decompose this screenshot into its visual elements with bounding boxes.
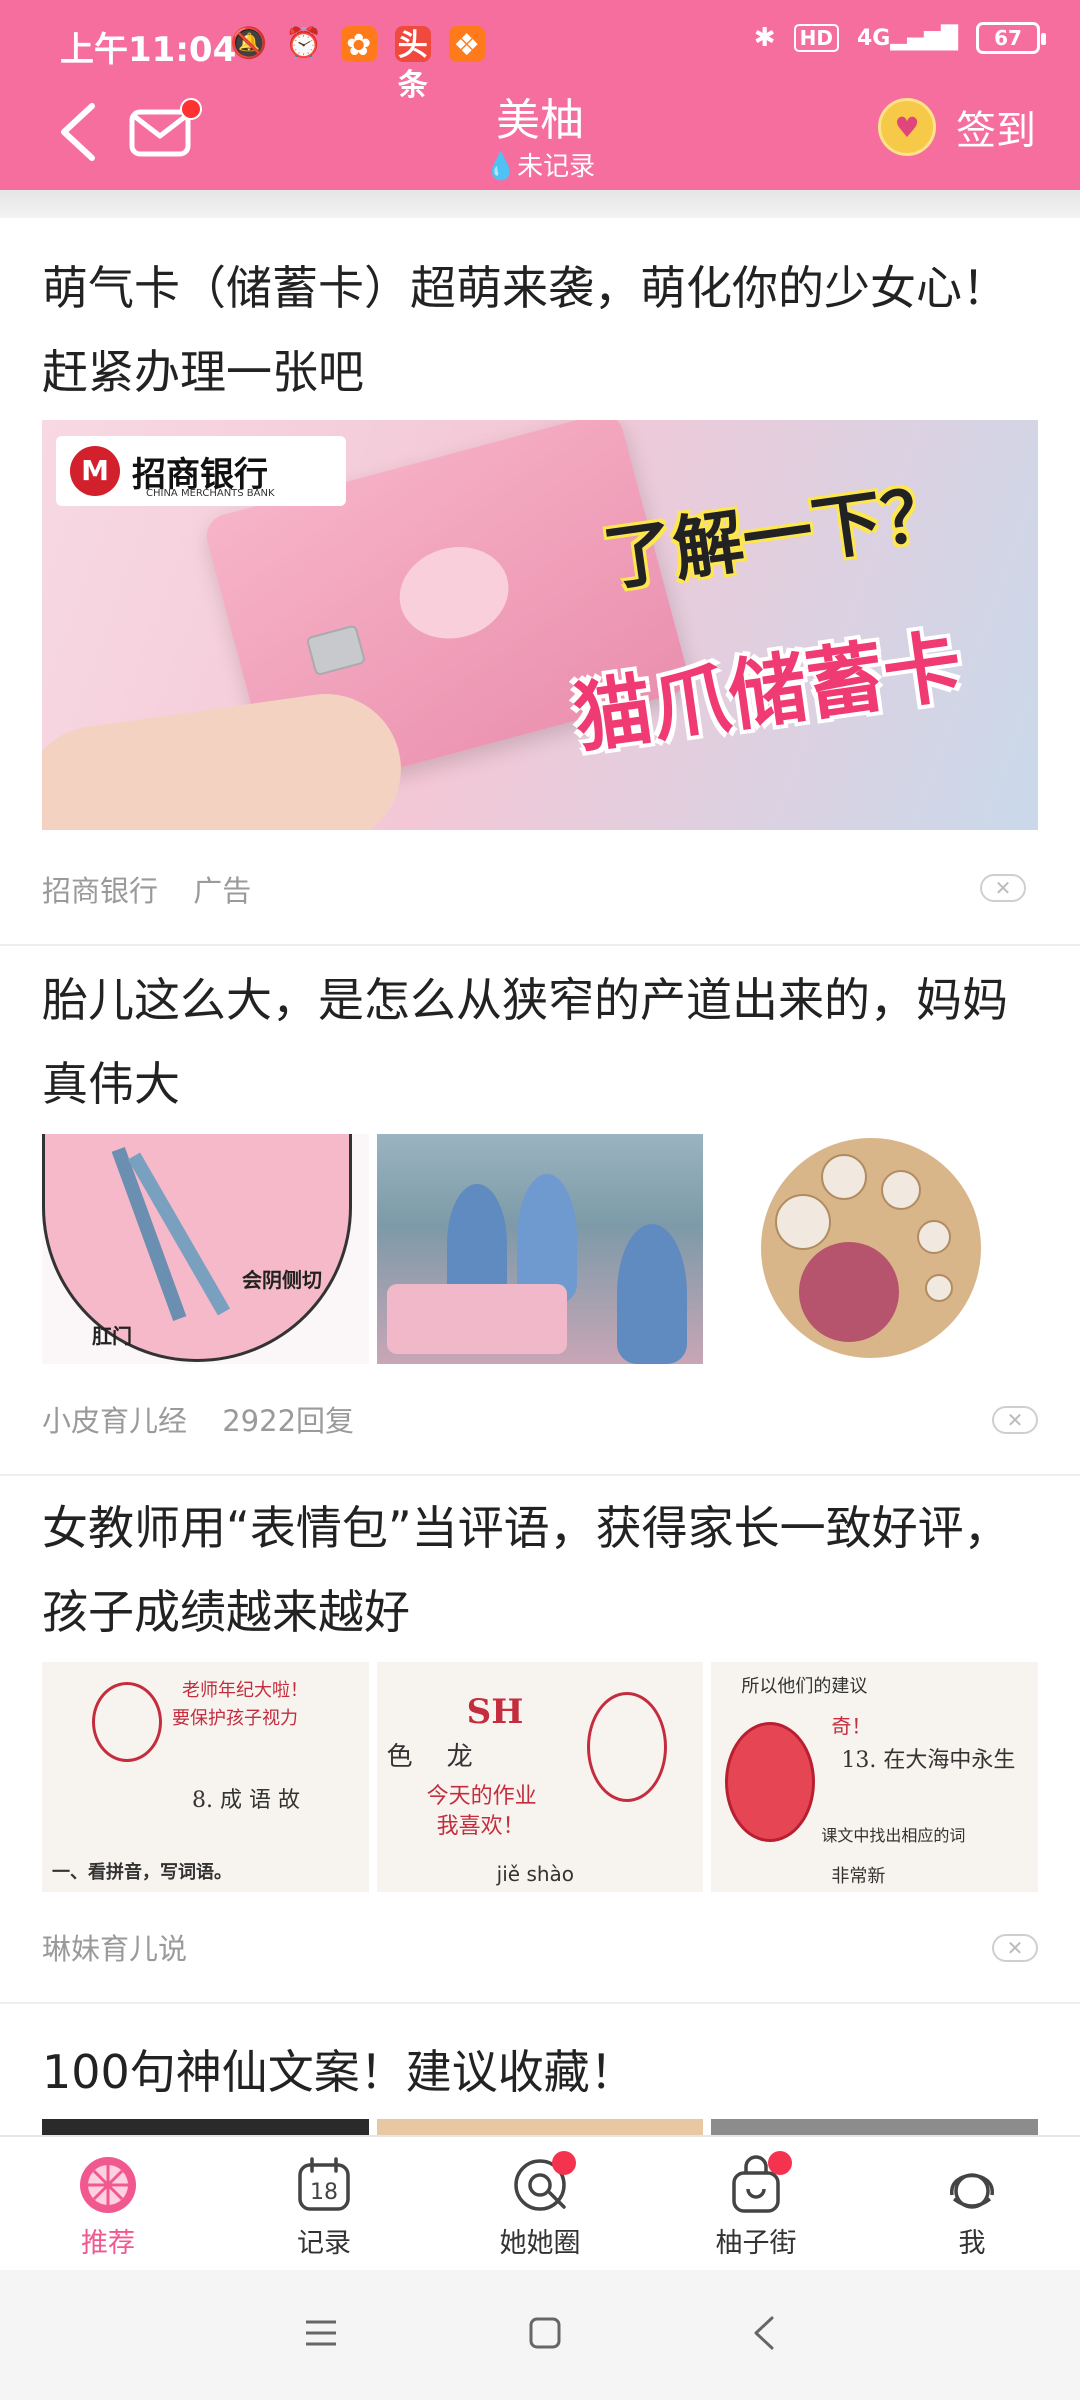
hd-badge: HD [793,24,839,52]
card-title[interactable]: 100句神仙文案！建议收藏！ [42,2030,1038,2114]
tab-recommend[interactable]: 推荐 [0,2137,216,2270]
hand-image [42,684,411,830]
home-icon[interactable] [528,2316,562,2354]
battery-icon: 67 [976,22,1046,54]
signal-icon: 4G▂▄▆█ [856,25,958,51]
app-icon-orange-2: ❖ [448,26,485,63]
checkin-label: 签到 [956,108,1036,154]
alarm-icon: ⏰ [285,26,323,61]
menu-icon[interactable] [304,2318,338,2352]
card-source: 小皮育儿经 [42,1404,188,1438]
card-meta: 招商银行 广告 [42,868,251,910]
card-image[interactable] [711,2119,1039,2135]
ad-tag: 广告 [193,874,252,908]
card-image[interactable] [711,1134,1039,1364]
card-image[interactable]: 色 龙 SH 今天的作业 我喜欢！ jiě shào [376,1662,704,1892]
card-meta: 小皮育儿经 2922回复 [42,1398,354,1440]
dismiss-button[interactable]: ✕ [992,1406,1038,1434]
notification-badge [552,2151,576,2175]
card-images-peek[interactable] [42,2119,1039,2135]
reply-count: 2922回复 [222,1404,355,1438]
card-image[interactable] [42,2119,369,2135]
profile-icon [942,2155,1002,2215]
card-source: 琳妹育儿说 [42,1932,188,1966]
tab-record[interactable]: 18 记录 [216,2137,432,2270]
ad-headline: 了解一下？ [598,470,957,601]
card-chip [305,624,367,677]
card-image[interactable] [376,1134,704,1364]
toutiao-icon: 头条 [394,26,431,103]
status-icons-right: ✱ HD 4G▂▄▆█ 67 [753,22,1046,54]
chat-circle-icon [510,2151,576,2215]
card-image[interactable] [376,2119,704,2135]
card-title[interactable]: 萌气卡（储蓄卡）超萌来袭，萌化你的少女心！赶紧办理一张吧 [42,246,1038,414]
calendar-icon: 18 [294,2155,354,2215]
tab-community[interactable]: 她她圈 [432,2137,648,2270]
card-title[interactable]: 女教师用“表情包”当评语，获得家长一致好评，孩子成绩越来越好 [42,1486,1038,1654]
bank-logo: M 招商银行 CHINA MERCHANTS BANK [56,436,346,506]
app-header: 上午11:04 🔕 ⏰ ✿ 头条 ❖ ✱ HD 4G▂▄▆█ 67 美柚 💧未记… [0,0,1080,190]
card-meta: 琳妹育儿说 [42,1926,187,1968]
cmb-logo-icon: M [70,446,120,496]
mute-icon: 🔕 [230,26,268,61]
bottom-tab-bar: 推荐 18 记录 她她圈 柚子街 我 [0,2135,1080,2270]
feed-card-ad[interactable]: 萌气卡（储蓄卡）超萌来袭，萌化你的少女心！赶紧办理一张吧 M 招商银行 CHIN… [0,218,1080,946]
ad-image[interactable]: M 招商银行 CHINA MERCHANTS BANK 了解一下？ 猫爪储蓄卡 [42,420,1038,830]
status-icons-left: 🔕 ⏰ ✿ 头条 ❖ [230,24,485,103]
status-time: 上午11:04 [60,30,237,70]
svg-text:18: 18 [310,2180,338,2205]
heart-coin-icon: ♥ [878,98,936,156]
app-icon-orange: ✿ [340,26,377,63]
dismiss-button[interactable]: ✕ [980,874,1026,902]
tab-shop[interactable]: 柚子街 [648,2137,864,2270]
card-image[interactable]: 所以他们的建议 奇！ 13. 在大海中永生 课文中找出相应的词 非常新 [711,1662,1039,1892]
header-divider [0,190,1080,218]
card-title[interactable]: 胎儿这么大，是怎么从狭窄的产道出来的，妈妈真伟大 [42,958,1038,1126]
tab-me[interactable]: 我 [864,2137,1080,2270]
card-image[interactable]: 老师年纪大啦！ 要保护孩子视力 8. 成 语 故 一、看拼音，写词语。 [42,1662,369,1892]
feed-list[interactable]: 萌气卡（储蓄卡）超萌来袭，萌化你的少女心！赶紧办理一张吧 M 招商银行 CHIN… [0,218,1080,2144]
back-icon[interactable] [752,2315,776,2355]
cat-paw-image [389,535,519,651]
card-image[interactable]: 会阴侧切 肛门 [42,1134,369,1364]
shopping-bag-icon [726,2151,792,2215]
system-navigation-bar [0,2270,1080,2400]
bluetooth-icon: ✱ [753,23,776,53]
dismiss-button[interactable]: ✕ [992,1934,1038,1962]
card-images[interactable]: 老师年纪大啦！ 要保护孩子视力 8. 成 语 故 一、看拼音，写词语。 色 龙 … [42,1662,1039,1892]
feed-card[interactable]: 胎儿这么大，是怎么从狭窄的产道出来的，妈妈真伟大 会阴侧切 肛门 小皮育儿经 2… [0,946,1080,1476]
checkin-button[interactable]: ♥ 签到 [878,98,1036,156]
grapefruit-icon [78,2155,138,2215]
notification-badge [768,2151,792,2175]
drop-icon: 💧 [484,152,518,182]
card-images[interactable]: 会阴侧切 肛门 [42,1134,1039,1364]
status-bar: 上午11:04 🔕 ⏰ ✿ 头条 ❖ ✱ HD 4G▂▄▆█ 67 [0,0,1080,103]
feed-card[interactable]: 女教师用“表情包”当评语，获得家长一致好评，孩子成绩越来越好 老师年纪大啦！ 要… [0,1476,1080,2004]
card-source: 招商银行 [42,874,159,908]
